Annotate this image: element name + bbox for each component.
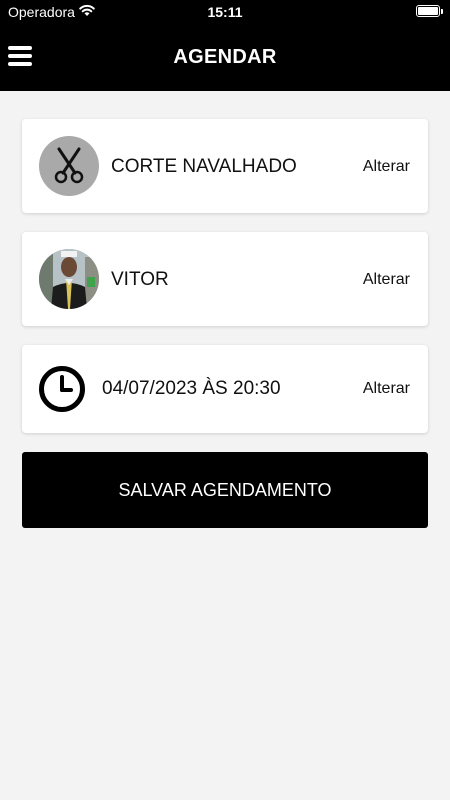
datetime-value: 04/07/2023 ÀS 20:30 [102, 378, 281, 399]
save-appointment-button[interactable]: SALVAR AGENDAMENTO [22, 452, 428, 528]
page-title: AGENDAR [173, 46, 277, 68]
status-bar: Operadora 15:11 [0, 0, 450, 24]
change-barber-link[interactable]: Alterar [363, 271, 410, 289]
barber-photo [39, 249, 99, 309]
barber-card: VITOR Alterar [22, 232, 428, 326]
change-datetime-link[interactable]: Alterar [363, 380, 410, 398]
barber-name: VITOR [111, 269, 169, 290]
change-service-link[interactable]: Alterar [363, 158, 410, 176]
status-time: 15:11 [207, 4, 243, 20]
service-card: CORTE NAVALHADO Alterar [22, 119, 428, 213]
app-header: AGENDAR [0, 24, 450, 91]
service-name: CORTE NAVALHADO [111, 156, 297, 177]
scissors-icon [54, 147, 84, 184]
datetime-card: 04/07/2023 ÀS 20:30 Alterar [22, 345, 428, 433]
battery-icon [416, 5, 443, 17]
clock-icon [39, 366, 85, 412]
service-avatar [39, 136, 99, 196]
